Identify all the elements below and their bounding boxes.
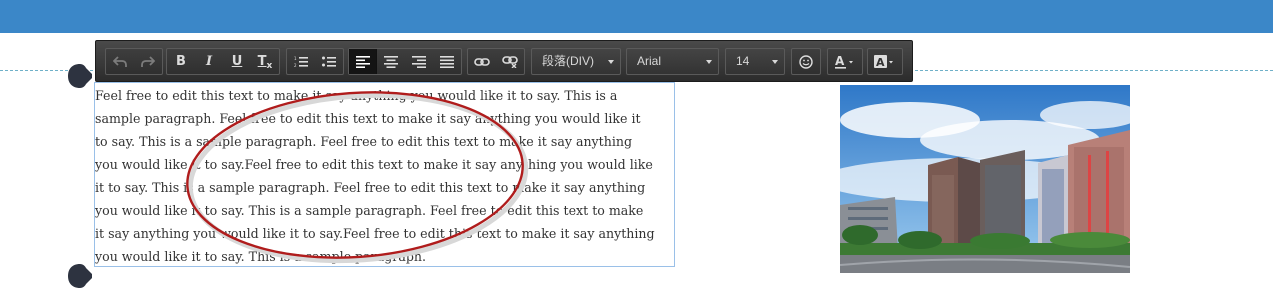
- emoji-group: [791, 48, 821, 75]
- undo-icon[interactable]: [106, 49, 134, 74]
- underline-button[interactable]: U: [223, 49, 251, 74]
- link-group: [467, 48, 525, 75]
- paragraph-format-select[interactable]: 段落(DIV): [531, 48, 621, 75]
- chevron-down-icon: [706, 60, 712, 64]
- svg-text:1: 1: [294, 56, 297, 61]
- annotation-ellipse: [186, 91, 529, 264]
- drag-handle-icon-bottom[interactable]: [66, 262, 94, 290]
- paragraph-format-value: 段落(DIV): [542, 54, 594, 68]
- ordered-list-icon[interactable]: 12: [287, 49, 315, 74]
- align-justify-icon[interactable]: [433, 49, 461, 74]
- font-family-select[interactable]: Arial: [626, 48, 719, 75]
- list-group: 12: [286, 48, 344, 75]
- align-left-icon[interactable]: [349, 49, 377, 74]
- chevron-down-icon: [608, 60, 614, 64]
- link-icon[interactable]: [468, 49, 496, 74]
- font-family-value: Arial: [637, 54, 662, 68]
- top-banner: [0, 0, 1273, 33]
- text-style-group: B I U Tx: [166, 48, 280, 75]
- smiley-icon[interactable]: [792, 49, 820, 74]
- chevron-down-icon: [772, 60, 778, 64]
- rich-text-toolbar: B I U Tx 12 段落(DIV) Arial 14 A A: [95, 40, 913, 82]
- clear-format-label: T: [257, 54, 267, 69]
- svg-text:A: A: [835, 55, 845, 68]
- align-right-icon[interactable]: [405, 49, 433, 74]
- background-color-group: A: [867, 48, 903, 75]
- font-size-select[interactable]: 14: [725, 48, 785, 75]
- font-color-icon[interactable]: A: [828, 49, 862, 74]
- alignment-group: [348, 48, 462, 75]
- unordered-list-icon[interactable]: [315, 49, 343, 74]
- campus-building-photo: [840, 85, 1130, 273]
- italic-button[interactable]: I: [195, 49, 223, 74]
- drag-handle-icon-top[interactable]: [66, 62, 94, 90]
- svg-text:A: A: [876, 56, 885, 69]
- unlink-icon[interactable]: [496, 49, 524, 74]
- clear-format-button[interactable]: Tx: [251, 49, 279, 74]
- background-color-icon[interactable]: A: [868, 49, 902, 74]
- align-center-icon[interactable]: [377, 49, 405, 74]
- svg-text:2: 2: [294, 63, 297, 68]
- bold-button[interactable]: B: [167, 49, 195, 74]
- redo-icon[interactable]: [134, 49, 162, 74]
- history-group: [105, 48, 163, 75]
- font-size-value: 14: [736, 54, 750, 68]
- remove-x-icon: x: [266, 60, 273, 71]
- font-color-group: A: [827, 48, 863, 75]
